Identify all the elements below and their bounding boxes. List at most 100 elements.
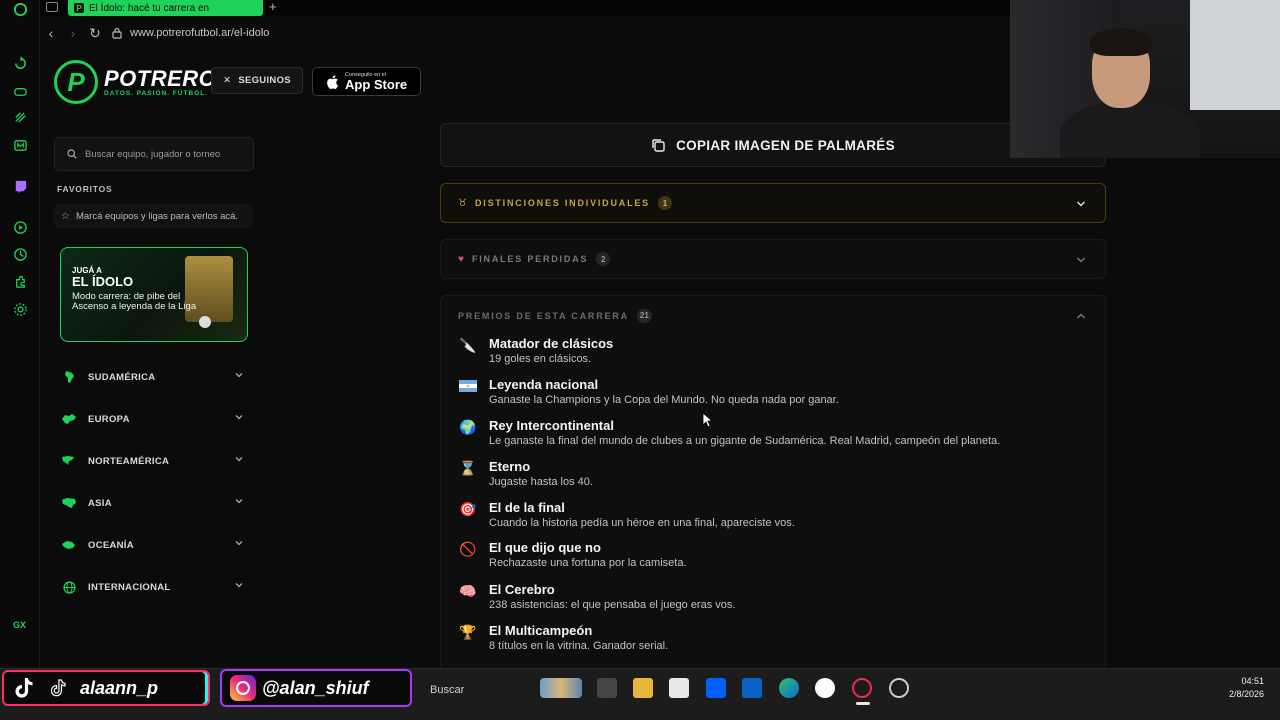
gx-control-icon[interactable]: GX xyxy=(13,620,26,630)
award-name: Matador de clásicos xyxy=(489,336,614,351)
region-internacional[interactable]: INTERNACIONAL xyxy=(60,576,248,598)
region-norteamerica[interactable]: NORTEAMÉRICA xyxy=(60,450,248,472)
section-label: DISTINCIONES INDIVIDUALES xyxy=(474,198,650,208)
history-icon[interactable] xyxy=(11,245,29,263)
award-name: Eterno xyxy=(489,459,531,474)
copy-icon xyxy=(652,138,665,152)
follow-x-button[interactable]: ✕ SEGUINOS xyxy=(211,67,303,94)
search-input[interactable] xyxy=(85,148,245,160)
outlook-icon[interactable] xyxy=(742,678,762,698)
logo-badge-icon: P xyxy=(54,60,98,104)
player-card-image xyxy=(185,256,233,322)
messenger-icon[interactable] xyxy=(11,136,29,154)
browser-sidebar: GX xyxy=(0,0,40,668)
favorites-empty-text: Marcá equipos y ligas para verlos acá. xyxy=(75,210,239,222)
region-oceania[interactable]: OCEANÍA xyxy=(60,534,248,556)
search-box[interactable] xyxy=(54,137,254,171)
twitch-icon[interactable] xyxy=(11,177,29,195)
back-icon[interactable]: ‹ xyxy=(40,25,62,41)
award-item: 🧠 El Cerebro 238 asistencias: el que pens… xyxy=(457,582,735,613)
copy-palmares-button[interactable]: COPIAR IMAGEN DE PALMARÉS xyxy=(440,123,1106,167)
promo-text: Modo carrera: de pibe del Ascenso a leye… xyxy=(72,291,197,312)
extensions-icon[interactable] xyxy=(11,272,29,290)
award-item: 🔪 Matador de clásicos 19 goles en clásico… xyxy=(457,336,613,367)
europe-icon xyxy=(60,412,78,426)
tab-title: El Ídolo: hacé tu carrera en xyxy=(89,2,210,14)
reload-icon[interactable]: ↻ xyxy=(84,25,106,42)
globe-icon: 🌍 xyxy=(459,419,477,435)
steam-icon[interactable] xyxy=(815,678,835,698)
site-logo[interactable]: P POTRERO DATOS. PASIÓN. FÚTBOL. xyxy=(54,60,216,104)
prohibited-icon: 🚫 xyxy=(459,541,477,557)
tab-favicon-icon: P xyxy=(74,3,84,13)
game-controller-icon[interactable] xyxy=(11,82,29,100)
count-badge: 1 xyxy=(657,196,672,210)
player-icon[interactable] xyxy=(11,218,29,236)
award-desc: Le ganaste la final del mundo de clubes … xyxy=(489,435,1001,447)
system-clock[interactable]: 04:51 2/8/2026 xyxy=(1229,675,1264,701)
award-item: 🏆 El Multicampeón 8 títulos en la vitrina… xyxy=(457,623,668,654)
region-sudamerica[interactable]: SUDAMÉRICA xyxy=(60,366,248,388)
region-label: ASIA xyxy=(88,497,112,509)
task-view-icon[interactable] xyxy=(597,678,617,698)
section-premios-carrera[interactable]: PREMIOS DE ESTA CARRERA 21 xyxy=(440,295,1106,335)
chevron-down-icon xyxy=(234,496,244,509)
forward-icon[interactable]: › xyxy=(62,25,84,41)
favorites-empty-state: ☆ Marcá equipos y ligas para verlos acá. xyxy=(54,204,254,228)
file-explorer-icon[interactable] xyxy=(633,678,653,698)
chevron-up-icon xyxy=(1075,309,1087,327)
awards-list: 🔪 Matador de clásicos 19 goles en clásico… xyxy=(440,334,1106,668)
follow-label: SEGUINOS xyxy=(238,75,291,86)
award-item: ⌛ Eterno Jugaste hasta los 40. xyxy=(457,459,593,490)
opera-icon[interactable] xyxy=(889,678,909,698)
settings-gear-icon[interactable] xyxy=(11,300,29,318)
lock-icon[interactable] xyxy=(106,27,128,39)
chevron-down-icon xyxy=(1075,197,1087,215)
region-europa[interactable]: EUROPA xyxy=(60,408,248,430)
knife-icon: 🔪 xyxy=(459,337,477,353)
award-desc: 238 asistencias: el que pensaba el juego… xyxy=(489,599,736,611)
search-highlight-image[interactable] xyxy=(540,678,582,698)
chevron-down-icon xyxy=(1075,253,1087,271)
calendar-icon[interactable] xyxy=(669,678,689,698)
tab-strip: P El Ídolo: hacé tu carrera en + xyxy=(40,0,1010,16)
tiktok-small-icon xyxy=(46,675,72,701)
mouse-cursor-icon xyxy=(702,412,712,428)
speed-dial-icon[interactable] xyxy=(11,54,29,72)
chevron-down-icon xyxy=(234,454,244,467)
taskbar-search[interactable]: Buscar xyxy=(430,684,464,696)
address-bar: ‹ › ↻ www.potrerofutbol.ar/el-idolo xyxy=(40,20,1010,46)
opera-gx-icon[interactable] xyxy=(852,678,872,698)
stripes-icon[interactable] xyxy=(11,108,29,126)
favorites-title: FAVORITOS xyxy=(57,184,113,194)
target-icon: 🎯 xyxy=(459,501,477,517)
active-app-indicator xyxy=(856,702,870,705)
award-name: El que dijo que no xyxy=(489,540,601,555)
tab-overview-icon[interactable] xyxy=(46,2,58,12)
section-finales-perdidas[interactable]: ♥ FINALES PERDIDAS 2 xyxy=(440,239,1106,279)
logo-name: POTRERO xyxy=(104,65,217,91)
instagram-handle: @alan_shiuf xyxy=(262,677,369,698)
count-badge: 2 xyxy=(596,252,611,266)
webcam-overlay xyxy=(1010,0,1280,158)
medal-icon: ♉ xyxy=(458,197,467,209)
el-idolo-promo-card[interactable]: JUGÁ A EL ÍDOLO Modo carrera: de pibe de… xyxy=(60,247,248,342)
x-logo-icon: ✕ xyxy=(223,75,232,86)
clock-date: 2/8/2026 xyxy=(1228,689,1264,699)
section-distinciones-individuales[interactable]: ♉ DISTINCIONES INDIVIDUALES 1 xyxy=(440,183,1106,223)
edge-icon[interactable] xyxy=(779,678,799,698)
award-item: 🎯 El de la final Cuando la historia pedía… xyxy=(457,500,794,531)
app-store-button[interactable]: Conseguilo en el App Store xyxy=(312,67,421,96)
count-badge: 21 xyxy=(636,308,652,323)
award-item: Leyenda nacional Ganaste la Champions y l… xyxy=(457,377,839,408)
award-name: El de la final xyxy=(489,500,565,515)
south-america-icon xyxy=(60,370,78,384)
award-name: Rey Intercontinental xyxy=(489,418,614,433)
dropbox-icon[interactable] xyxy=(706,678,726,698)
region-asia[interactable]: ASIA xyxy=(60,492,248,514)
active-tab[interactable]: P El Ídolo: hacé tu carrera en xyxy=(68,0,263,16)
opera-logo-icon[interactable] xyxy=(11,0,29,18)
instagram-icon xyxy=(230,675,256,701)
url-field[interactable]: www.potrerofutbol.ar/el-idolo xyxy=(130,27,269,39)
new-tab-button[interactable]: + xyxy=(269,0,277,14)
